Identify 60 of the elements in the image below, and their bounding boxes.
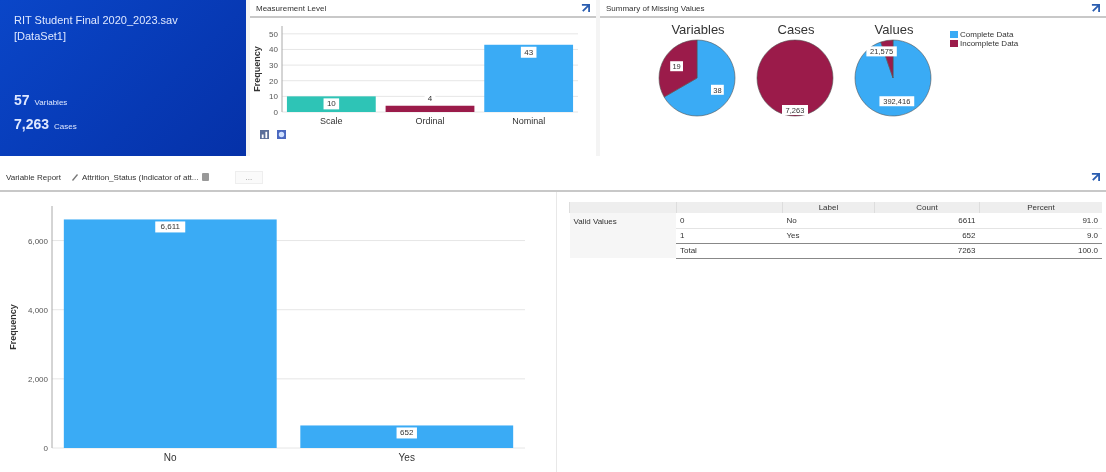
variable-dropdown[interactable]: Attrition_Status (Indicator of att... xyxy=(71,172,209,182)
category-label: Nominal xyxy=(512,116,546,126)
axis-tick-label: 50 xyxy=(269,29,278,39)
stat-value: 57 Variables xyxy=(14,92,69,108)
category-label: Scale xyxy=(320,116,343,126)
axis-tick-label: 30 xyxy=(269,61,278,71)
category-label: Yes xyxy=(398,452,415,463)
category-label: No xyxy=(163,452,177,463)
axis-tick-label: 2,000 xyxy=(27,374,48,384)
table-cell: Yes xyxy=(782,228,875,243)
column-header: Percent xyxy=(979,202,1102,213)
axis-tick-label: 10 xyxy=(269,92,278,102)
category-label: Ordinal xyxy=(415,116,445,126)
axis-tick-label: 0 xyxy=(273,108,278,117)
table-cell: 91.0 xyxy=(979,213,1102,228)
axis-tick-label: 40 xyxy=(269,45,278,55)
pie-title: Cases xyxy=(777,22,815,37)
data-label: 6,611 xyxy=(155,221,186,233)
column-header: Label xyxy=(782,202,875,213)
expand-icon[interactable] xyxy=(1091,173,1100,182)
toolbar-label: Variable Report xyxy=(6,172,61,182)
more-button[interactable]: ... xyxy=(234,170,264,184)
data-label: 43 xyxy=(524,47,534,57)
legend-label: Incomplete Data xyxy=(960,39,1019,48)
pie-chart-icon[interactable] xyxy=(277,130,286,139)
expand-icon[interactable] xyxy=(581,3,590,13)
data-label: 43 xyxy=(520,46,537,58)
dataset-file-name: RIT Student Final 2020_2023.sav xyxy=(14,13,179,28)
pie-title: Values xyxy=(874,22,914,37)
panel-title: Summary of Missing Values xyxy=(606,3,705,13)
row-group-cell: Valid Values xyxy=(569,213,676,258)
axis-title: Frequency xyxy=(7,304,18,350)
table-cell: 652 xyxy=(874,228,980,243)
axis-tick-label: 0 xyxy=(43,444,48,453)
data-label: 10 xyxy=(323,98,340,110)
table-cell: 9.0 xyxy=(979,228,1102,243)
axis-tick-label: 6,000 xyxy=(27,236,48,246)
table-cell: 7263 xyxy=(874,243,980,258)
table-cell: No xyxy=(782,213,875,228)
panel-title: Measurement Level xyxy=(256,3,327,13)
stat-label: Cases xyxy=(54,122,77,131)
pie-title: Variables xyxy=(671,22,725,37)
legend-label: Complete Data xyxy=(960,30,1014,39)
dataset-name: [DataSet1] xyxy=(14,29,67,44)
table-cell: Total xyxy=(676,243,783,258)
expand-icon[interactable] xyxy=(1091,3,1100,13)
bar-chart-icon[interactable] xyxy=(260,130,269,139)
stat-label: Variables xyxy=(34,98,68,107)
axis-tick-label: 20 xyxy=(269,76,278,86)
stat-value: 7,263 Cases xyxy=(14,116,78,132)
table-cell: 6611 xyxy=(874,213,980,228)
axis-tick-label: 4,000 xyxy=(27,305,48,315)
column-header: Count xyxy=(874,202,980,213)
data-label: 652 xyxy=(400,428,414,438)
data-label: 652 xyxy=(396,427,417,439)
axis-title: Frequency xyxy=(251,46,262,92)
data-label: 6,611 xyxy=(160,222,181,232)
table-cell: 1 xyxy=(676,228,783,243)
table-cell: 0 xyxy=(676,213,783,228)
table-cell: 100.0 xyxy=(979,243,1102,258)
